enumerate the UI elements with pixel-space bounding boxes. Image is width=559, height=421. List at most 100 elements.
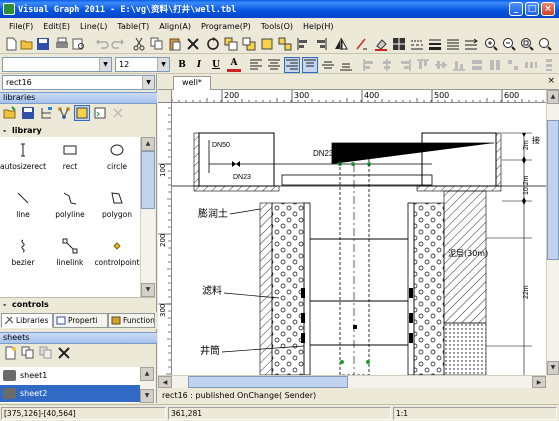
text-valign-bottom-icon[interactable] <box>339 58 353 72</box>
cut-icon[interactable] <box>132 37 146 51</box>
rotate-icon[interactable] <box>354 37 368 51</box>
scroll-right-icon[interactable]: ▶ <box>532 376 546 388</box>
zoom-actual-icon[interactable] <box>538 37 552 51</box>
scroll-up-icon[interactable]: ▲ <box>141 137 155 151</box>
menu-table[interactable]: Table(T) <box>112 22 154 31</box>
align-right-icon[interactable] <box>314 37 328 51</box>
font-name-select[interactable]: ▼ <box>2 57 112 72</box>
scroll-left-icon[interactable]: ◀ <box>158 376 172 388</box>
bold-button[interactable]: B <box>175 58 189 72</box>
same-size-icon[interactable] <box>506 58 520 72</box>
open-library-icon[interactable] <box>3 106 17 120</box>
sheet-item[interactable]: sheet1 <box>0 367 140 384</box>
library-item-controlpoint[interactable]: controlpoint <box>94 233 140 281</box>
menu-file[interactable]: File(F) <box>4 22 38 31</box>
scroll-up-icon[interactable]: ▲ <box>547 90 559 104</box>
title-bar[interactable]: Visual Graph 2011 - E:\vg\资料\打井\well.tbl… <box>0 0 559 18</box>
new-file-icon[interactable] <box>4 37 18 51</box>
zoom-out-icon[interactable] <box>502 37 516 51</box>
close-document-icon[interactable]: × <box>547 76 555 86</box>
tab-properties[interactable]: Properti <box>53 313 108 328</box>
align-objects-right-icon[interactable] <box>398 58 412 72</box>
canvas-vertical-scrollbar[interactable]: ▲ ▼ <box>546 90 559 375</box>
new-sheet-icon[interactable] <box>3 346 17 360</box>
text-align-right-icon[interactable] <box>284 57 300 73</box>
text-align-left-icon[interactable] <box>249 58 263 72</box>
zoom-in-icon[interactable] <box>484 37 498 51</box>
scroll-thumb[interactable] <box>547 120 559 260</box>
menu-programe[interactable]: Programe(P) <box>196 22 256 31</box>
sheets-scrollbar[interactable]: ▲ ▼ <box>140 367 155 403</box>
library-item-polyline[interactable]: polyline <box>47 185 93 233</box>
object-selector[interactable]: rect16 ▼ <box>2 75 155 90</box>
space-horizontal-icon[interactable] <box>524 58 538 72</box>
controls-section-header[interactable]: controls <box>0 297 155 311</box>
library-script-icon[interactable] <box>93 106 107 120</box>
menu-align[interactable]: Align(A) <box>154 22 196 31</box>
library-item-linelink[interactable]: linelink <box>47 233 93 281</box>
scroll-down-icon[interactable]: ▼ <box>141 283 155 297</box>
font-color-button[interactable]: A <box>227 58 241 72</box>
sheet-item-selected[interactable]: sheet2 <box>0 385 140 402</box>
align-left-icon[interactable] <box>296 37 310 51</box>
library-item-polygon[interactable]: polygon <box>94 185 140 233</box>
paste-sheet-icon[interactable] <box>39 346 53 360</box>
canvas-horizontal-scrollbar[interactable]: ◀ ▶ <box>158 375 546 388</box>
chevron-down-icon[interactable]: ▼ <box>99 58 111 71</box>
font-size-select[interactable]: 12 ▼ <box>115 57 170 72</box>
chevron-down-icon[interactable]: ▼ <box>142 76 154 89</box>
menu-edit[interactable]: Edit(E) <box>38 22 75 31</box>
line-width-icon[interactable] <box>428 37 442 51</box>
line-style-icon[interactable] <box>446 37 460 51</box>
chevron-down-icon[interactable]: ▼ <box>157 58 169 71</box>
well-diagram[interactable]: DN50 DN23 DN23 DN23 接 膨润土 滤料 井筒 泥层(30m) … <box>172 103 546 375</box>
space-vertical-icon[interactable] <box>542 58 556 72</box>
print-preview-icon[interactable] <box>71 37 85 51</box>
library-network-icon[interactable] <box>57 106 71 120</box>
delete-icon[interactable] <box>186 37 200 51</box>
copy-icon[interactable] <box>150 37 164 51</box>
delete-sheet-icon[interactable] <box>57 346 71 360</box>
ungroup-icon[interactable] <box>278 37 292 51</box>
align-objects-left-icon[interactable] <box>362 58 376 72</box>
flip-icon[interactable] <box>334 37 348 51</box>
library-section-header[interactable]: library <box>0 124 155 137</box>
library-item-autosizerect[interactable]: autosizerect <box>0 137 46 185</box>
line-dash-icon[interactable] <box>410 37 424 51</box>
scroll-down-icon[interactable]: ▼ <box>140 389 154 403</box>
drawing-canvas[interactable]: DN50 DN23 DN23 DN23 接 膨润土 滤料 井筒 泥层(30m) … <box>172 103 546 375</box>
undo-icon[interactable] <box>95 37 109 51</box>
arrow-style-icon[interactable] <box>464 37 478 51</box>
text-valign-top-icon[interactable] <box>302 57 318 73</box>
zoom-fit-icon[interactable] <box>520 37 534 51</box>
send-back-icon[interactable] <box>242 37 256 51</box>
close-button[interactable]: × <box>541 2 555 16</box>
menu-help[interactable]: Help(H) <box>298 22 339 31</box>
menu-tools[interactable]: Tools(O) <box>256 22 298 31</box>
bring-front-icon[interactable] <box>224 37 238 51</box>
open-folder-icon[interactable] <box>20 37 34 51</box>
pattern-icon[interactable] <box>392 37 406 51</box>
library-item-rect[interactable]: rect <box>47 137 93 185</box>
align-objects-bottom-icon[interactable] <box>452 58 466 72</box>
scroll-down-icon[interactable]: ▼ <box>547 361 559 375</box>
scroll-up-icon[interactable]: ▲ <box>140 367 154 381</box>
redo-icon[interactable] <box>111 37 125 51</box>
same-height-icon[interactable] <box>488 58 502 72</box>
library-scrollbar[interactable]: ▲ ▼ <box>140 137 155 297</box>
text-valign-middle-icon[interactable] <box>321 58 335 72</box>
same-width-icon[interactable] <box>470 58 484 72</box>
copy-sheet-icon[interactable] <box>21 346 35 360</box>
underline-button[interactable]: U <box>209 58 223 72</box>
align-objects-top-icon[interactable] <box>416 58 430 72</box>
italic-button[interactable]: I <box>192 58 206 72</box>
refresh-icon[interactable] <box>206 37 220 51</box>
save-library-icon[interactable] <box>21 106 35 120</box>
align-objects-middle-icon[interactable] <box>434 58 448 72</box>
text-align-center-icon[interactable] <box>267 58 281 72</box>
save-icon[interactable] <box>36 37 50 51</box>
minimize-button[interactable]: _ <box>509 2 523 16</box>
library-item-circle[interactable]: circle <box>94 137 140 185</box>
menu-line[interactable]: Line(L) <box>75 22 112 31</box>
library-item-bezier[interactable]: bezier <box>0 233 46 281</box>
